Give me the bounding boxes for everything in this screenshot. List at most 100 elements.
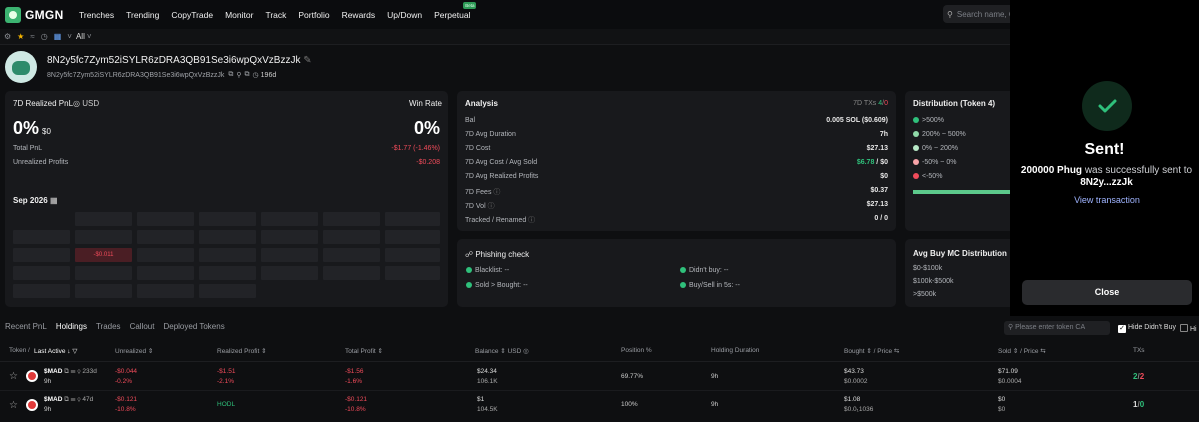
wallet-profile: 8N2y5fc7Zym52iSYLR6zDRA3QB91Se3i6wpQxVzB… [0,46,1010,88]
last-active: 9h [44,378,52,385]
hide-didnt-buy-toggle[interactable]: ✓ Hide Didn't Buy [1118,324,1176,333]
gear-icon[interactable]: ⚙ [4,32,11,41]
unrealized-label: Unrealized Profits [13,159,69,166]
col-sep: / [28,347,30,354]
calendar-day [385,230,440,244]
nav-perpetual[interactable]: Perpetual Beta [434,1,477,20]
nav-portfolio[interactable]: Portfolio [298,10,329,20]
col-total[interactable]: Total Profit ⇕ [345,347,383,355]
win-rate: 0% [414,118,441,138]
nav-rewards[interactable]: Rewards [342,10,376,20]
analysis-value: 7h [879,131,888,138]
nav-trenches[interactable]: Trenches [79,10,114,20]
hide-other-label: Hi [1189,326,1197,333]
calendar-month[interactable]: Sep 2026 ▦ [13,196,58,205]
checkbox-checked[interactable]: ✓ [1118,325,1126,333]
global-search[interactable]: ⚲ Search name, C [943,5,1015,23]
col-sold[interactable]: Sold ⇕ / Price ⇆ [998,347,1046,355]
nav-track[interactable]: Track [265,10,286,20]
calendar-day [261,248,318,262]
total-pct: -10.8% [345,406,366,413]
calendar-day [323,212,380,226]
nav-monitor[interactable]: Monitor [225,10,253,20]
checkbox-unchecked[interactable] [1180,324,1188,332]
col-last-active[interactable]: Last Active ↓ ▽ [34,347,77,355]
txs-sell: 2 [1139,372,1145,381]
balance-usd: $1 [477,396,485,403]
realized-pct: -2.1% [217,378,234,385]
currency-toggle[interactable]: ◎ USD [73,99,99,108]
distribution-item-label: <-50% [922,173,943,180]
token-symbol[interactable]: $MAD [44,396,62,403]
copy-icon[interactable]: ⧉ [245,71,250,79]
star-icon[interactable]: ★ [17,32,24,41]
swap-icon[interactable]: ◎ [523,348,529,355]
distribution-item: -50% ~ 0% [913,159,956,166]
search-input[interactable]: Search name, C [957,10,1015,19]
col-bought[interactable]: Bought ⇕ / Price ⇆ [844,347,899,355]
view-transaction-link[interactable]: View transaction [1010,195,1199,205]
analysis-value-pair: $6.78 / $0 [856,159,888,166]
col-unrealized[interactable]: Unrealized ⇕ [115,347,153,355]
tab-holdings[interactable]: Holdings [56,322,87,331]
info-icon[interactable]: ⓘ [493,189,500,196]
chevron-down-icon[interactable]: ˅ [87,32,92,41]
unrealized-pct: -10.8% [115,406,136,413]
distribution-item-label: 200% ~ 500% [922,131,966,138]
search-icon[interactable]: ⚲ [236,71,241,79]
chevron-down-icon[interactable]: ˅ [67,32,72,41]
phishing-title: Phishing check [475,250,530,259]
calendar-day [199,212,256,226]
col-position: Position % [621,347,652,354]
history-icon[interactable]: ◷ [41,32,48,41]
nav-copytrade[interactable]: CopyTrade [171,10,213,20]
txs-loss: 0 [884,100,888,107]
col-balance[interactable]: Balance ⇕ USD ◎ [475,347,529,355]
token-search-input[interactable]: Please enter token CA [1015,324,1085,331]
close-button[interactable]: Close [1022,280,1192,305]
token-logo [26,399,38,411]
token-age: 233d [82,368,97,375]
mc-item: $100k-$500k [913,278,954,285]
copy-icon[interactable]: ⧉ ☰ ⚲ [64,396,80,403]
table-row[interactable] [0,363,1199,391]
calendar-day [13,266,70,280]
token-symbol[interactable]: $MAD [44,368,62,375]
copy-icon[interactable]: ⧉ [228,71,233,79]
col-bought-label: Bought [844,348,865,355]
status-dot [466,282,472,288]
analysis-label: 7D Cost [465,145,491,152]
page: GMGN Trenches Trending CopyTrade Monitor… [0,0,1199,422]
analysis-label: Tracked / Renamed [465,217,527,224]
avatar [5,51,37,83]
favorite-star-icon[interactable]: ☆ [9,371,18,382]
info-icon[interactable]: ⓘ [528,217,535,224]
col-realized[interactable]: Realized Profit ⇕ [217,347,267,355]
info-icon[interactable]: ⓘ [488,203,495,210]
tab-trades[interactable]: Trades [96,322,121,331]
toast-dest: 8N2y...zzJk [1080,177,1133,188]
tab-recent-pnl[interactable]: Recent PnL [5,322,47,331]
nav-trending[interactable]: Trending [126,10,159,20]
calendar-day-loss[interactable]: -$0.011 [75,248,132,262]
copy-icon[interactable]: ⧉ ☰ ⚲ [64,368,80,375]
phishing-item: Blacklist: -- [466,267,509,274]
chain-icon[interactable]: ▦ [54,32,62,41]
table-row[interactable] [0,392,1199,420]
distribution-item: <-50% [913,173,942,180]
filter-icon[interactable]: ▽ [72,348,77,355]
filter-all[interactable]: All [76,32,85,41]
tab-deployed-tokens[interactable]: Deployed Tokens [163,322,224,331]
edit-icon[interactable]: ✎ [303,55,311,66]
tab-callout[interactable]: Callout [130,322,155,331]
favorite-star-icon[interactable]: ☆ [9,400,18,411]
logo[interactable]: GMGN [5,6,69,23]
token-search[interactable]: ⚲ Please enter token CA [1004,321,1110,335]
col-holding-duration: Holding Duration [711,347,760,354]
bought-value: $1.08 [844,396,861,403]
nav-updown[interactable]: Up/Down [387,10,422,20]
chart-icon[interactable]: ≈ [30,32,34,41]
holdings-tabs: Recent PnL Holdings Trades Callout Deplo… [5,322,234,331]
hide-other-toggle[interactable]: Hi [1180,324,1197,333]
wallet-age: 196d [260,71,277,79]
